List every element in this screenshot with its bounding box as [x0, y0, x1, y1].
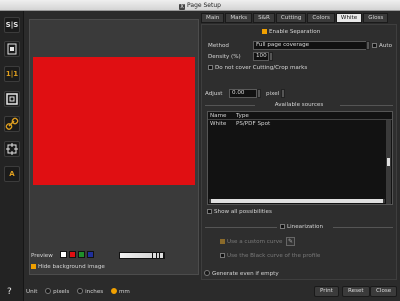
generate-radio[interactable] [204, 270, 210, 276]
tab-sr[interactable]: S&R [253, 13, 275, 23]
hide-background-option[interactable]: Hide background image [31, 264, 105, 270]
show-all-option[interactable]: Show all possibilities [207, 209, 272, 215]
horizontal-scrollbar[interactable] [209, 199, 385, 203]
unit-pixels-radio[interactable] [45, 288, 52, 294]
sources-list-header: Name Type [208, 112, 392, 120]
tab-marks[interactable]: Marks [225, 13, 253, 23]
source-type: PS/PDF Spot [236, 121, 271, 127]
auto-option[interactable]: Auto [372, 43, 392, 49]
unit-mm-radio[interactable] [110, 288, 117, 294]
one-one-icon[interactable]: 1|1 [4, 66, 20, 82]
tab-white[interactable]: White [335, 13, 363, 23]
source-name: White [210, 121, 227, 127]
tab-cutting[interactable]: Cutting [275, 13, 307, 23]
vertical-scrollbar[interactable] [386, 120, 391, 204]
link-glyph [5, 117, 19, 130]
column-type: Type [236, 113, 249, 119]
horizontal-scroll-thumb[interactable] [211, 199, 383, 203]
density-input[interactable]: 100 [253, 52, 269, 61]
swatch-green[interactable] [78, 251, 85, 258]
auto-checkbox[interactable] [372, 43, 377, 48]
linearization-divider-left [205, 227, 277, 228]
adjust-unit: pixel [266, 91, 280, 97]
target-glyph [6, 143, 18, 155]
window-title: X Page Setup [179, 2, 221, 10]
bar-button-1[interactable] [152, 252, 157, 259]
generate-option[interactable]: Generate even if empty [204, 270, 279, 277]
swatch-blue[interactable] [87, 251, 94, 258]
density-stepper[interactable] [269, 52, 273, 61]
page-layout-glyph [7, 43, 17, 55]
column-name: Name [210, 113, 227, 119]
sidebar: S|S 1|1 A ? [0, 11, 24, 301]
print-button[interactable]: Print [314, 286, 339, 297]
x-app-icon: X [179, 4, 186, 10]
text-a-icon[interactable]: A [4, 166, 20, 182]
method-select[interactable]: Full page coverage [253, 41, 368, 50]
unit-row: Unit pixels inches mm [26, 288, 130, 295]
adjust-input[interactable]: 0.00 [229, 89, 257, 98]
target-icon[interactable] [4, 141, 20, 157]
help-button[interactable]: ? [7, 287, 12, 297]
title-bar: X Page Setup [0, 0, 400, 11]
swatch-red[interactable] [69, 251, 76, 258]
custom-curve-option[interactable]: Use a custom curve [220, 239, 282, 245]
tab-bar: Main Marks S&R Cutting Colors White Glos… [201, 13, 389, 24]
bar-button-2[interactable] [159, 252, 164, 259]
vertical-scroll-thumb[interactable] [387, 158, 390, 166]
swatch-white[interactable] [60, 251, 67, 258]
method-label: Method [208, 43, 229, 49]
unit-inches-radio[interactable] [77, 288, 84, 294]
divider-right [340, 105, 393, 106]
adjust-label: Adjust [205, 91, 223, 97]
linearization-option[interactable]: Linearization [280, 224, 323, 230]
no-cover-checkbox[interactable] [208, 65, 213, 70]
adjust-unit-arrow[interactable] [281, 89, 285, 98]
frame-icon[interactable] [4, 91, 20, 107]
no-cover-option[interactable]: Do not cover Cutting/Crop marks [208, 65, 307, 71]
show-all-checkbox[interactable] [207, 209, 212, 214]
black-curve-checkbox[interactable] [220, 253, 225, 258]
hide-background-checkbox[interactable] [31, 264, 36, 269]
tab-main[interactable]: Main [201, 13, 225, 23]
edit-curve-pen-icon[interactable]: ✎ [286, 237, 295, 246]
tab-colors[interactable]: Colors [307, 13, 335, 23]
black-curve-option[interactable]: Use the Black curve of the profile [220, 253, 320, 259]
close-button[interactable]: Close [370, 286, 398, 297]
page-layout-icon[interactable] [4, 41, 20, 57]
table-row[interactable]: White PS/PDF Spot [208, 121, 386, 129]
sources-list[interactable]: Name Type White PS/PDF Spot [207, 111, 393, 205]
preview-label: Preview [31, 253, 53, 259]
link-icon[interactable] [4, 116, 20, 132]
preview-page [33, 57, 195, 185]
linearization-divider-right [333, 227, 393, 228]
enable-separation-checkbox[interactable] [262, 29, 267, 34]
method-dropdown-arrow[interactable] [366, 41, 370, 50]
frame-glyph [6, 93, 18, 105]
s2-icon[interactable]: S|S [4, 17, 20, 33]
unit-label: Unit [26, 289, 38, 295]
enable-separation-option[interactable]: Enable Separation [262, 29, 320, 35]
adjust-stepper[interactable] [257, 89, 261, 98]
density-label: Density (%) [208, 54, 241, 60]
tab-gloss[interactable]: Gloss [363, 13, 389, 23]
linearization-checkbox[interactable] [280, 224, 285, 229]
custom-curve-checkbox[interactable] [220, 239, 225, 244]
reset-button[interactable]: Reset [342, 286, 370, 297]
